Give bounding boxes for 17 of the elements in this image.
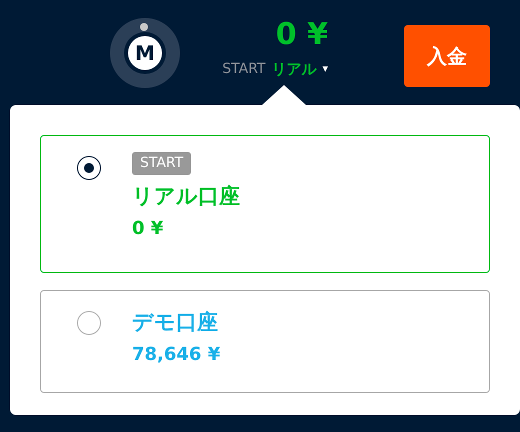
avatar-letter: M xyxy=(128,36,162,70)
caret-icon: ▾ xyxy=(322,61,328,78)
account-balance: 78,646 ¥ xyxy=(132,343,220,367)
account-selector[interactable]: START リアル ▾ xyxy=(222,58,328,80)
avatar[interactable]: M xyxy=(110,18,180,88)
radio-button[interactable] xyxy=(77,156,101,180)
account-tier-label: START xyxy=(222,60,266,79)
account-option[interactable]: START リアル口座 0 ¥ xyxy=(40,135,490,273)
account-badge: START xyxy=(132,152,192,175)
account-name: デモ口座 xyxy=(132,309,218,336)
radio-button[interactable] xyxy=(77,311,101,335)
account-name: リアル xyxy=(271,59,316,80)
balance: 0 ¥ xyxy=(276,16,328,54)
account-balance: 0 ¥ xyxy=(132,217,164,241)
account-name: リアル口座 xyxy=(132,183,240,210)
account-option[interactable]: デモ口座 78,646 ¥ xyxy=(40,290,490,393)
deposit-button[interactable]: 入金 xyxy=(404,25,490,87)
